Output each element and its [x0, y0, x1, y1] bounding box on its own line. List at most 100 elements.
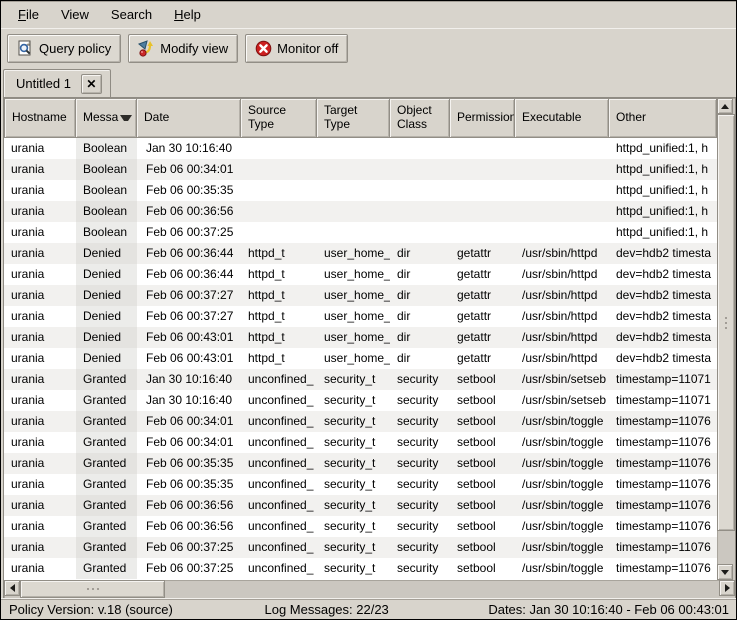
monitor-off-button[interactable]: Monitor off [245, 34, 348, 63]
table-row[interactable]: uraniaGrantedFeb 06 00:36:56unconfined_s… [4, 495, 717, 516]
cell-executable: /usr/sbin/toggle [515, 453, 609, 474]
column-header-hostname[interactable]: Hostname [4, 98, 76, 138]
horizontal-scrollbar-thumb[interactable] [20, 580, 165, 598]
menu-file[interactable]: File [7, 2, 50, 27]
tab-untitled-1[interactable]: Untitled 1 ✕ [3, 69, 111, 97]
cell-permission: setbool [450, 495, 515, 516]
table-row[interactable]: uraniaGrantedJan 30 10:16:40unconfined_s… [4, 390, 717, 411]
cell-hostname: urania [4, 348, 76, 369]
query-policy-button[interactable]: Query policy [7, 34, 121, 63]
cell-object-class [390, 222, 450, 243]
column-header-executable[interactable]: Executable [515, 98, 609, 138]
cell-permission [450, 138, 515, 159]
scroll-left-button[interactable] [4, 580, 20, 596]
cell-target-type [317, 201, 390, 222]
column-header-messa[interactable]: Messa [76, 98, 137, 138]
table-row[interactable]: uraniaGrantedFeb 06 00:34:01unconfined_s… [4, 432, 717, 453]
cell-permission: getattr [450, 285, 515, 306]
table-row[interactable]: uraniaBooleanFeb 06 00:36:56httpd_unifie… [4, 201, 717, 222]
table-row[interactable]: uraniaGrantedFeb 06 00:35:35unconfined_s… [4, 474, 717, 495]
cell-other: timestamp=11076 [609, 558, 717, 579]
column-header-date[interactable]: Date [137, 98, 241, 138]
table-row[interactable]: uraniaBooleanJan 30 10:16:40httpd_unifie… [4, 138, 717, 159]
vertical-scrollbar[interactable] [717, 98, 735, 580]
cell-hostname: urania [4, 390, 76, 411]
table-row[interactable]: uraniaDeniedFeb 06 00:37:27httpd_tuser_h… [4, 306, 717, 327]
table-row[interactable]: uraniaGrantedFeb 06 00:37:25unconfined_s… [4, 558, 717, 579]
column-header-label: Other [616, 111, 646, 125]
table-row[interactable]: uraniaDeniedFeb 06 00:43:01httpd_tuser_h… [4, 348, 717, 369]
close-icon[interactable]: ✕ [81, 74, 102, 94]
cell-messa: Granted [76, 453, 137, 474]
table-row[interactable]: uraniaGrantedJan 30 10:16:40unconfined_s… [4, 369, 717, 390]
toolbar: Query policyModify viewMonitor off [1, 29, 736, 67]
cell-hostname: urania [4, 516, 76, 537]
tab-label: Untitled 1 [16, 76, 71, 91]
column-header-source-type[interactable]: Source Type [241, 98, 317, 138]
scroll-up-button[interactable] [717, 98, 733, 114]
cell-executable: /usr/sbin/httpd [515, 327, 609, 348]
table-row[interactable]: uraniaDeniedFeb 06 00:36:44httpd_tuser_h… [4, 264, 717, 285]
menu-help[interactable]: Help [163, 2, 212, 27]
cell-source-type [241, 138, 317, 159]
menu-search[interactable]: Search [100, 2, 163, 27]
cell-target-type: user_home_ [317, 264, 390, 285]
cell-target-type: security_t [317, 495, 390, 516]
column-header-target-type[interactable]: Target Type [317, 98, 390, 138]
scroll-down-button[interactable] [717, 564, 733, 580]
cell-date: Feb 06 00:43:01 [137, 327, 241, 348]
cell-other: dev=hdb2 timesta [609, 348, 717, 369]
scroll-right-button[interactable] [719, 580, 735, 596]
table-row[interactable]: uraniaGrantedFeb 06 00:36:56unconfined_s… [4, 516, 717, 537]
cell-permission: getattr [450, 327, 515, 348]
cell-object-class [390, 159, 450, 180]
column-header-permission[interactable]: Permission [450, 98, 515, 138]
cell-date: Feb 06 00:36:56 [137, 516, 241, 537]
vertical-scrollbar-thumb[interactable] [717, 114, 735, 531]
log-messages-status: Log Messages: 22/23 [221, 602, 433, 617]
column-header-label: Date [144, 111, 169, 125]
cell-executable [515, 201, 609, 222]
modify-view-button[interactable]: Modify view [128, 34, 238, 63]
table-row[interactable]: uraniaDeniedFeb 06 00:36:44httpd_tuser_h… [4, 243, 717, 264]
cell-hostname: urania [4, 201, 76, 222]
cell-other: httpd_unified:1, h [609, 201, 717, 222]
cell-executable: /usr/sbin/toggle [515, 474, 609, 495]
cell-date: Feb 06 00:34:01 [137, 411, 241, 432]
table-row[interactable]: uraniaDeniedFeb 06 00:37:27httpd_tuser_h… [4, 285, 717, 306]
seaudit-window: FileViewSearchHelp Query policyModify vi… [0, 0, 737, 620]
cell-messa: Boolean [76, 159, 137, 180]
cell-permission: setbool [450, 390, 515, 411]
cell-executable: /usr/sbin/toggle [515, 558, 609, 579]
table-row[interactable]: uraniaBooleanFeb 06 00:37:25httpd_unifie… [4, 222, 717, 243]
table-row[interactable]: uraniaDeniedFeb 06 00:43:01httpd_tuser_h… [4, 327, 717, 348]
cell-hostname: urania [4, 558, 76, 579]
table-row[interactable]: uraniaBooleanFeb 06 00:34:01httpd_unifie… [4, 159, 717, 180]
column-header-object-class[interactable]: Object Class [390, 98, 450, 138]
cell-permission: setbool [450, 453, 515, 474]
cell-object-class [390, 201, 450, 222]
cell-permission: setbool [450, 369, 515, 390]
cell-date: Feb 06 00:35:35 [137, 180, 241, 201]
cell-hostname: urania [4, 474, 76, 495]
table-row[interactable]: uraniaBooleanFeb 06 00:35:35httpd_unifie… [4, 180, 717, 201]
cell-source-type: unconfined_ [241, 411, 317, 432]
cell-other: timestamp=11076 [609, 495, 717, 516]
column-header-other[interactable]: Other [609, 98, 717, 138]
cell-object-class: security [390, 558, 450, 579]
table-row[interactable]: uraniaGrantedFeb 06 00:34:01unconfined_s… [4, 411, 717, 432]
cell-date: Feb 06 00:37:27 [137, 285, 241, 306]
cell-permission: setbool [450, 432, 515, 453]
cell-permission: setbool [450, 516, 515, 537]
table-row[interactable]: uraniaGrantedFeb 06 00:37:25unconfined_s… [4, 537, 717, 558]
cell-source-type: httpd_t [241, 327, 317, 348]
cell-target-type: user_home_ [317, 243, 390, 264]
cell-source-type: unconfined_ [241, 474, 317, 495]
cell-hostname: urania [4, 285, 76, 306]
cell-hostname: urania [4, 243, 76, 264]
cell-messa: Granted [76, 537, 137, 558]
monitor-off-icon [255, 40, 272, 57]
table-row[interactable]: uraniaGrantedFeb 06 00:35:35unconfined_s… [4, 453, 717, 474]
horizontal-scrollbar[interactable] [4, 580, 735, 598]
menu-view[interactable]: View [50, 2, 100, 27]
